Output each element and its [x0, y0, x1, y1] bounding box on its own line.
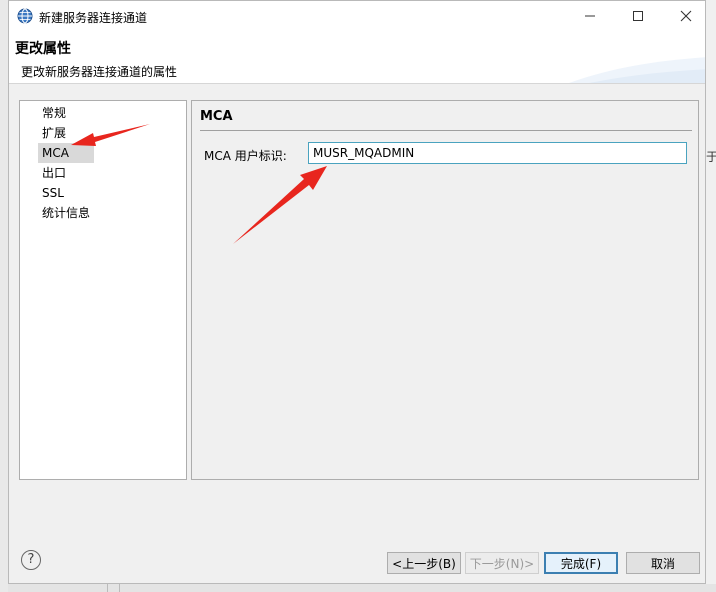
page-title: 更改属性: [15, 41, 71, 57]
background-window-edge-left: [0, 0, 8, 592]
header-banner: 更改属性 更改新服务器连接通道的属性: [9, 31, 705, 84]
properties-panel: MCA MCA 用户标识:: [191, 100, 699, 480]
nav-item-statistics[interactable]: 统计信息: [38, 203, 94, 223]
nav-item-extended[interactable]: 扩展: [38, 123, 94, 143]
page-description: 更改新服务器连接通道的属性: [21, 65, 178, 79]
nav-item-mca[interactable]: MCA: [38, 143, 95, 163]
title-bar[interactable]: 新建服务器连接通道: [9, 1, 705, 31]
mca-user-id-input[interactable]: [308, 142, 687, 164]
dialog-window: 新建服务器连接通道 更改属性 更改新服务器连接通道的属性 常规 扩展 MCA 出…: [8, 0, 706, 584]
nav-item-general[interactable]: 常规: [38, 103, 94, 123]
category-tree[interactable]: 常规 扩展 MCA 出口 SSL 统计信息: [19, 100, 187, 480]
finish-button[interactable]: 完成(F): [544, 552, 618, 574]
close-button[interactable]: [663, 1, 709, 31]
globe-app-icon: [17, 8, 33, 24]
nav-item-exits[interactable]: 出口: [38, 163, 94, 183]
background-window-edge-right: [706, 0, 716, 592]
back-button[interactable]: <上一步(B): [387, 552, 461, 574]
cancel-button[interactable]: 取消: [626, 552, 700, 574]
window-title: 新建服务器连接通道: [39, 11, 148, 25]
section-title: MCA: [200, 109, 233, 124]
section-divider: [200, 130, 692, 131]
background-window-edge-bottom: [8, 584, 716, 592]
nav-item-ssl[interactable]: SSL: [38, 183, 94, 203]
banner-decoration: [569, 57, 705, 83]
background-text-fragment: 于: [706, 150, 716, 164]
minimize-icon: [585, 15, 595, 17]
minimize-button[interactable]: [567, 1, 613, 31]
mca-user-id-label: MCA 用户标识:: [204, 149, 287, 163]
maximize-button[interactable]: [615, 1, 661, 31]
maximize-icon: [633, 11, 643, 21]
help-button[interactable]: ?: [21, 550, 41, 570]
next-button[interactable]: 下一步(N)>: [465, 552, 539, 574]
close-icon: [680, 10, 692, 22]
